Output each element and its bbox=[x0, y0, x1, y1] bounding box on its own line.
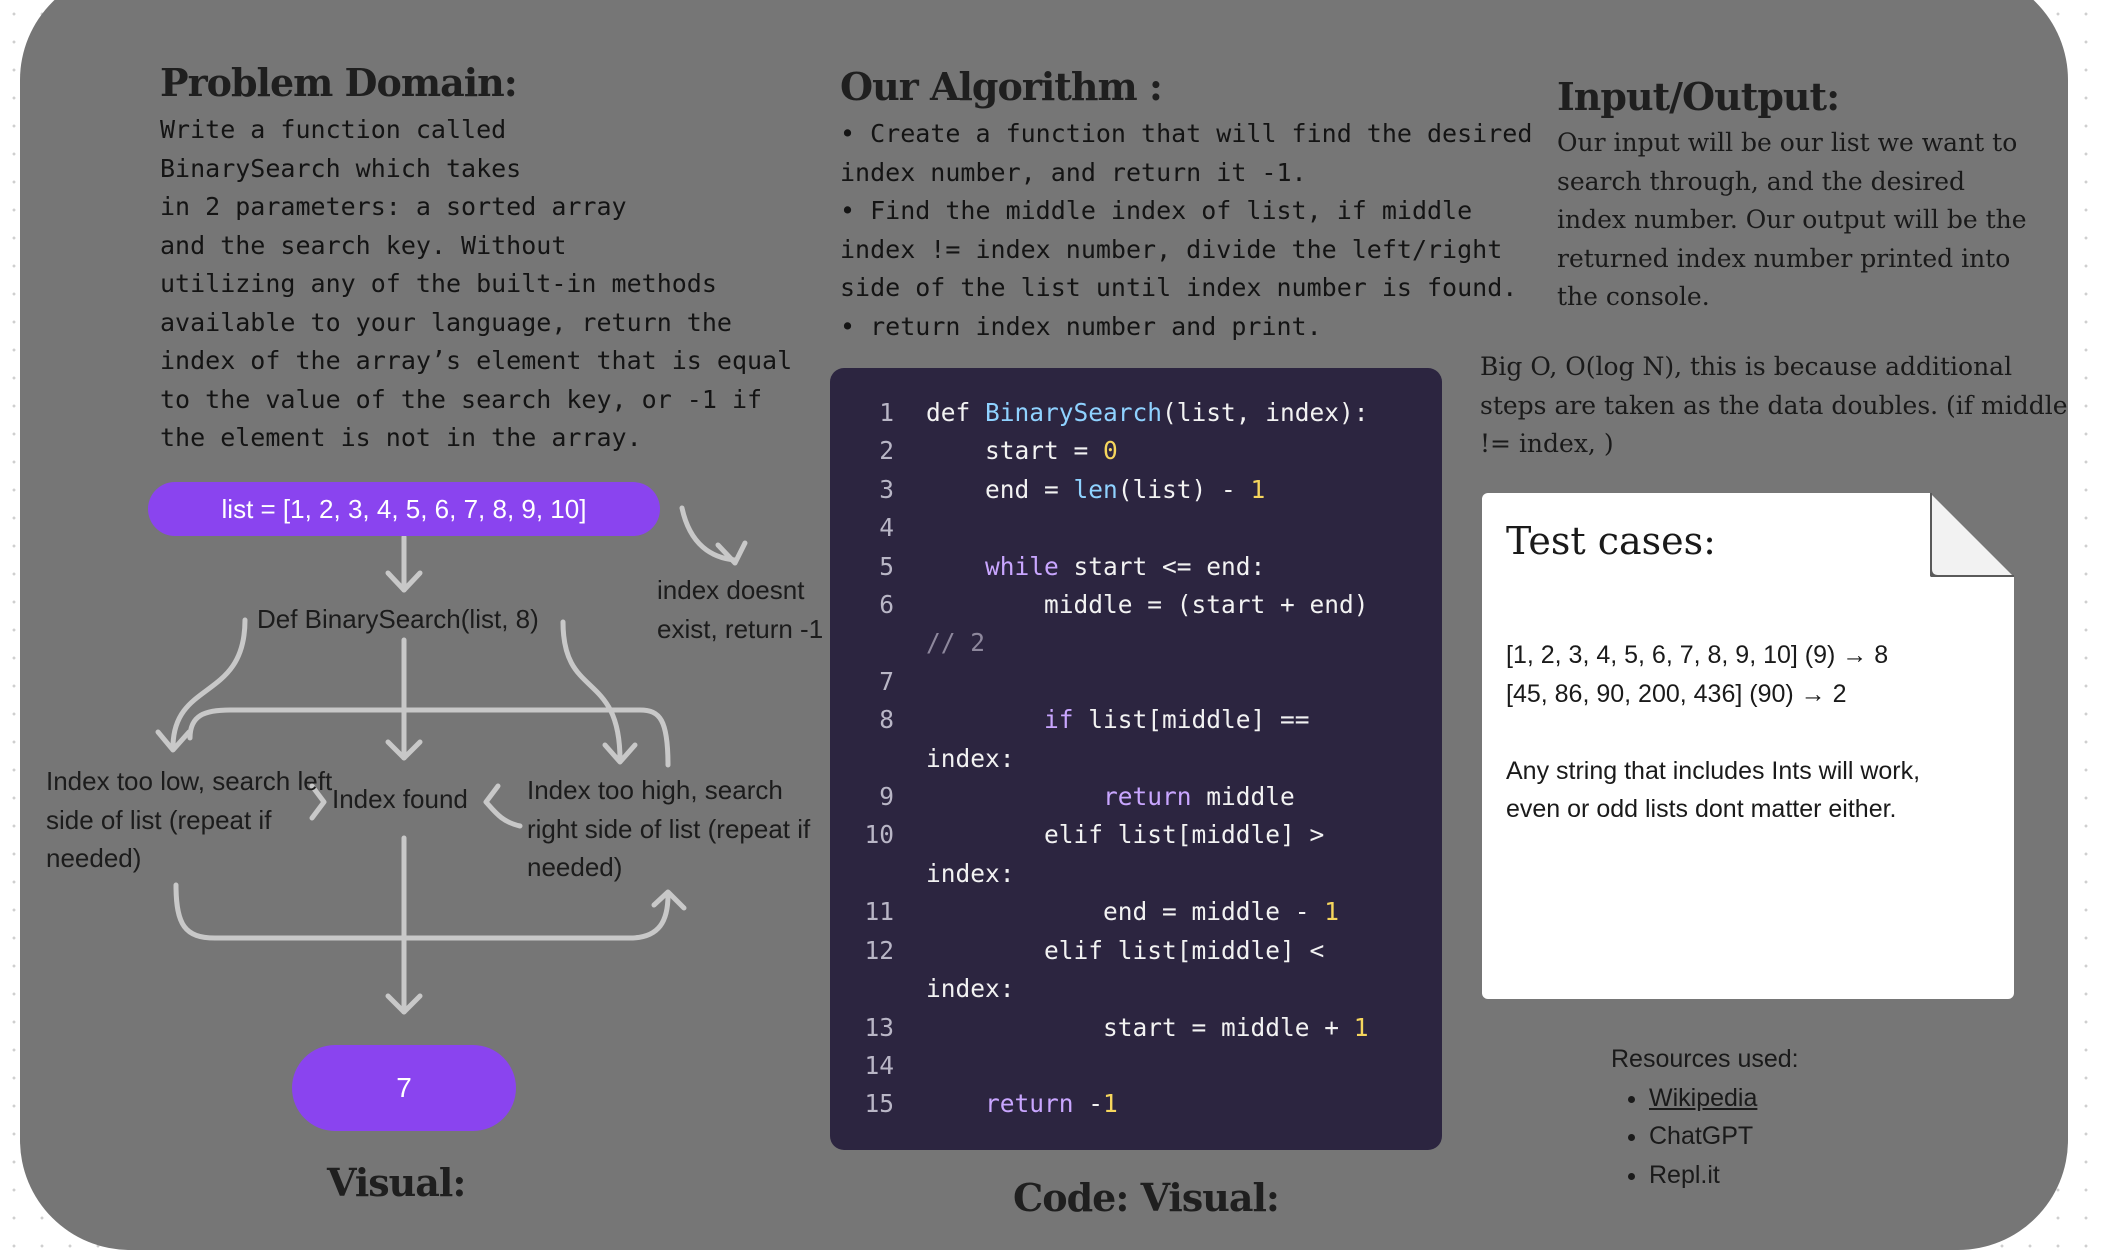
resources-list: Wikipedia ChatGPT Repl.it bbox=[1611, 1079, 1799, 1195]
code-line: 10 elif list[middle] > bbox=[864, 820, 1325, 850]
test-cases-body: [1, 2, 3, 4, 5, 6, 7, 8, 9, 10] (9) → 8 … bbox=[1506, 636, 1976, 829]
code-line: 2 start = 0 bbox=[879, 436, 1118, 466]
test-case-line: [45, 86, 90, 200, 436] (90) → 2 bbox=[1506, 679, 1847, 708]
function-call-label: Def BinarySearch(list, 8) bbox=[257, 604, 539, 634]
too-low-label: Index too low, search left side of list … bbox=[46, 766, 333, 873]
problem-domain-text: Write a function called BinarySearch whi… bbox=[160, 115, 793, 452]
code-line: 12 elif list[middle] < bbox=[864, 935, 1325, 965]
algorithm-step: Find the middle index of list, if middle… bbox=[840, 192, 1540, 308]
code-line: 5 while start <= end: bbox=[879, 551, 1266, 581]
code-line: 13 start = middle + 1 bbox=[864, 1012, 1369, 1042]
test-case-note: Any string that includes Ints will work,… bbox=[1506, 756, 1921, 824]
code-lines: 1 def BinarySearch(list, index): 2 start … bbox=[830, 394, 1442, 1124]
visual-title: Visual: bbox=[327, 1160, 466, 1205]
input-output-title: Input/Output: bbox=[1557, 74, 1840, 119]
list-pill: list = [1, 2, 3, 4, 5, 6, 7, 8, 9, 10] bbox=[148, 482, 660, 536]
code-line: // 2 bbox=[926, 628, 986, 658]
wikipedia-link[interactable]: Wikipedia bbox=[1649, 1084, 1757, 1112]
index-found-label: Index found bbox=[332, 784, 468, 814]
resource-item[interactable]: Wikipedia bbox=[1649, 1079, 1799, 1118]
resource-item: Repl.it bbox=[1649, 1156, 1799, 1195]
resources-section: Resources used: Wikipedia ChatGPT Repl.i… bbox=[1611, 1040, 1799, 1194]
page-fold-icon bbox=[1930, 493, 2014, 577]
code-line: 9 return middle bbox=[879, 782, 1295, 812]
code-line: 1 def BinarySearch(list, index): bbox=[879, 398, 1369, 427]
test-cases-card: Test cases: [1, 2, 3, 4, 5, 6, 7, 8, 9, … bbox=[1482, 493, 2014, 999]
code-line: 15 return -1 bbox=[864, 1089, 1118, 1119]
code-line: 11 end = middle - 1 bbox=[864, 897, 1340, 927]
code-line: 3 end = len(list) - 1 bbox=[879, 474, 1266, 504]
algorithm-list: Create a function that will find the des… bbox=[840, 115, 1540, 346]
resources-title: Resources used: bbox=[1611, 1045, 1799, 1073]
code-line: index: bbox=[926, 858, 1015, 888]
too-high-label: Index too high, search right side of lis… bbox=[527, 775, 811, 882]
result-pill: 7 bbox=[292, 1045, 516, 1131]
test-case-line: [1, 2, 3, 4, 5, 6, 7, 8, 9, 10] (9) → 8 bbox=[1506, 641, 1889, 669]
algorithm-step: return index number and print. bbox=[840, 308, 1540, 347]
input-output-text: Our input will be our list we want to se… bbox=[1557, 128, 2027, 311]
code-line: index: bbox=[926, 743, 1015, 773]
resource-item: ChatGPT bbox=[1649, 1117, 1799, 1156]
code-line: 6 middle = (start + end) bbox=[879, 590, 1369, 620]
big-o-text: Big O, O(log N), this is because additio… bbox=[1480, 352, 2068, 458]
code-block: 1 def BinarySearch(list, index): 2 start … bbox=[830, 368, 1442, 1150]
code-visual-title: Code: Visual: bbox=[1013, 1175, 1280, 1220]
problem-domain-title: Problem Domain: bbox=[160, 60, 518, 105]
code-line: 4 bbox=[879, 513, 894, 543]
not-exist-label: index doesnt exist, return -1 bbox=[657, 575, 824, 644]
algorithm-title: Our Algorithm : bbox=[840, 64, 1163, 109]
test-cases-title: Test cases: bbox=[1506, 519, 1716, 563]
algorithm-step: Create a function that will find the des… bbox=[840, 115, 1540, 192]
code-line: 7 bbox=[879, 666, 894, 696]
code-line: index: bbox=[926, 974, 1015, 1004]
code-line: 8 if list[middle] == bbox=[879, 705, 1310, 735]
code-line: 14 bbox=[864, 1050, 894, 1080]
